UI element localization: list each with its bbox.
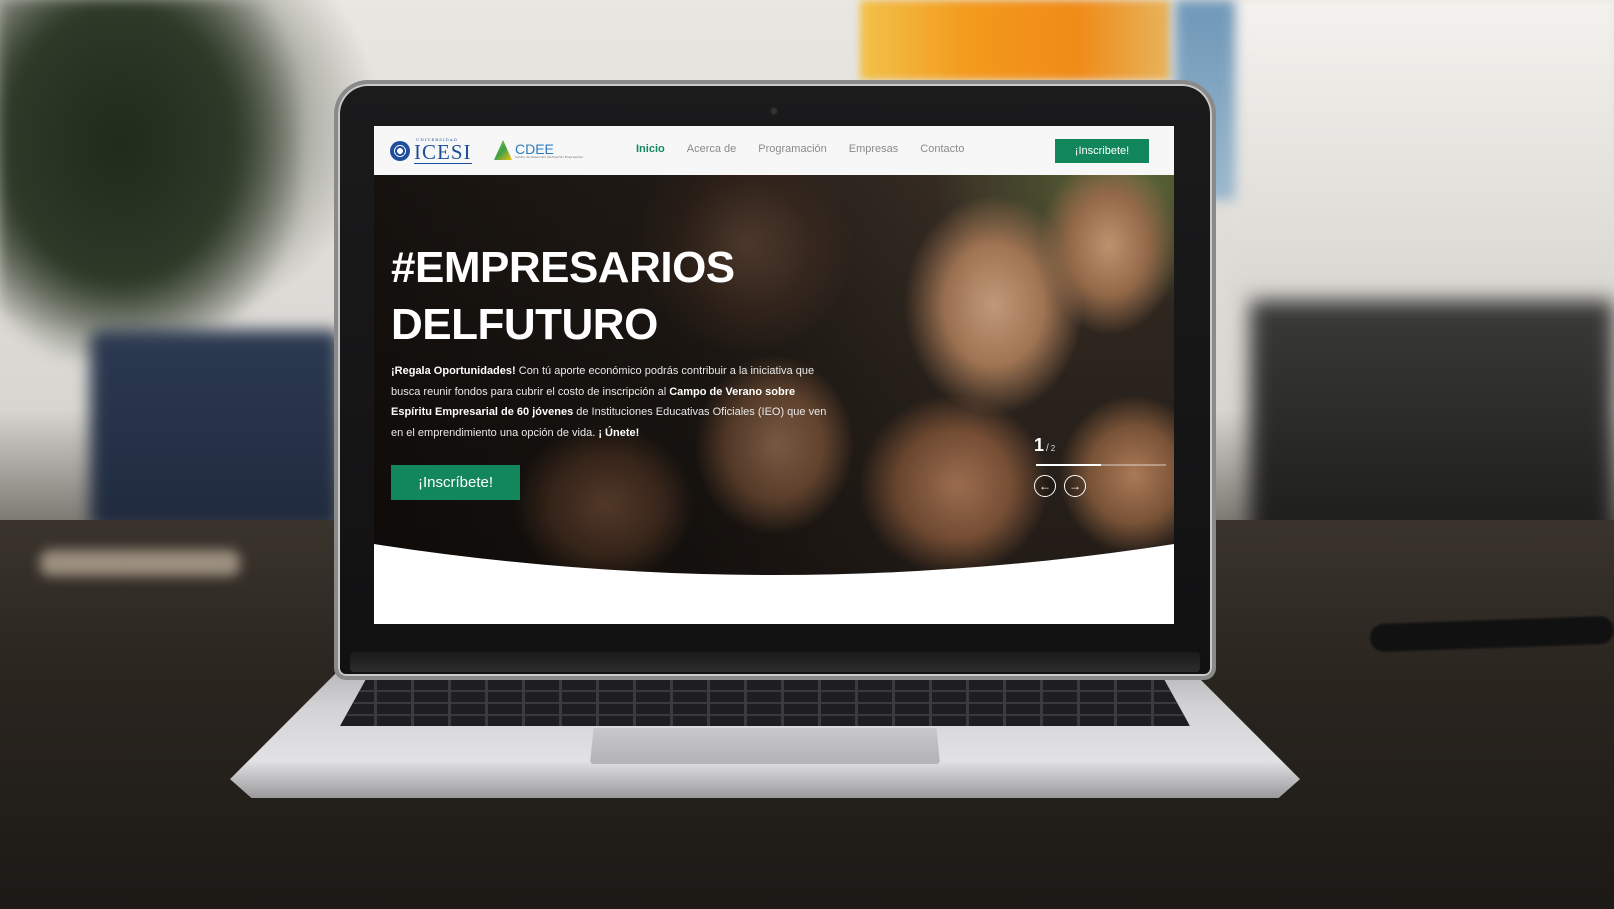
- hero-inscribete-button[interactable]: ¡Inscríbete!: [391, 465, 520, 500]
- laptop-hinge: [350, 652, 1200, 672]
- nav-links: Inicio Acerca de Programación Empresas C…: [636, 143, 964, 155]
- cdee-logo-big: CDEE: [515, 140, 554, 157]
- webcam: [771, 108, 777, 114]
- table-reflection: [40, 550, 240, 576]
- slider-counter: 1 / 2: [1034, 435, 1055, 456]
- background-wall-right: [1230, 0, 1614, 300]
- slider-progress-track: [1036, 464, 1166, 466]
- laptop-keyboard-rows: [340, 680, 1190, 726]
- icesi-logo-text: UNIVERSIDAD ICESI: [414, 138, 472, 164]
- hero-banner: #EMPRESARIOS DELFUTURO ¡Regala Oportunid…: [374, 175, 1174, 595]
- slider-next-button[interactable]: →: [1064, 475, 1086, 497]
- hero-text-bold-3: ¡ Únete!: [598, 426, 640, 439]
- cdee-logo-text: CDEE Centro de Desarrollo del Espíritu E…: [515, 142, 583, 159]
- slide-separator: /: [1046, 443, 1049, 454]
- arrow-right-icon: →: [1069, 479, 1081, 493]
- icesi-logo[interactable]: UNIVERSIDAD ICESI: [390, 138, 472, 164]
- hero-title-line-2: DELFUTURO: [391, 300, 658, 349]
- background-plant: [0, 0, 300, 360]
- hero-title-line-1: #EMPRESARIOS: [391, 243, 735, 292]
- arrow-left-icon: ←: [1039, 479, 1051, 493]
- icesi-emblem-icon: [390, 141, 410, 161]
- background-orange-poster: [860, 0, 1170, 80]
- site-navbar: UNIVERSIDAD ICESI CDEE Centro de Desarro…: [374, 126, 1174, 175]
- cdee-logo-small: Centro de Desarrollo del Espíritu Empres…: [515, 154, 583, 159]
- nav-link-acerca-de[interactable]: Acerca de: [687, 143, 737, 155]
- nav-link-empresas[interactable]: Empresas: [849, 143, 899, 155]
- icesi-logo-big: ICESI: [414, 140, 472, 164]
- cdee-logo[interactable]: CDEE Centro de Desarrollo del Espíritu E…: [494, 140, 583, 160]
- hero-title: #EMPRESARIOS DELFUTURO: [391, 239, 771, 353]
- laptop-trackpad: [590, 728, 940, 764]
- slide-current: 1: [1034, 435, 1045, 455]
- cdee-emblem-icon: [494, 140, 512, 160]
- laptop-screen: UNIVERSIDAD ICESI CDEE Centro de Desarro…: [374, 126, 1174, 624]
- nav-link-contacto[interactable]: Contacto: [920, 143, 964, 155]
- slider-progress-fill: [1036, 464, 1101, 466]
- nav-link-inicio[interactable]: Inicio: [636, 143, 665, 155]
- hero-description: ¡Regala Oportunidades! Con tú aporte eco…: [391, 361, 831, 443]
- navbar-inscribete-button[interactable]: ¡Inscribete!: [1055, 139, 1149, 163]
- slider-prev-button[interactable]: ←: [1034, 475, 1056, 497]
- hero-bottom-curve: [374, 544, 1174, 595]
- nav-link-programacion[interactable]: Programación: [758, 143, 826, 155]
- slide-total: 2: [1050, 444, 1056, 453]
- hero-text-bold-1: ¡Regala Oportunidades!: [391, 365, 516, 377]
- background-chair: [90, 330, 340, 530]
